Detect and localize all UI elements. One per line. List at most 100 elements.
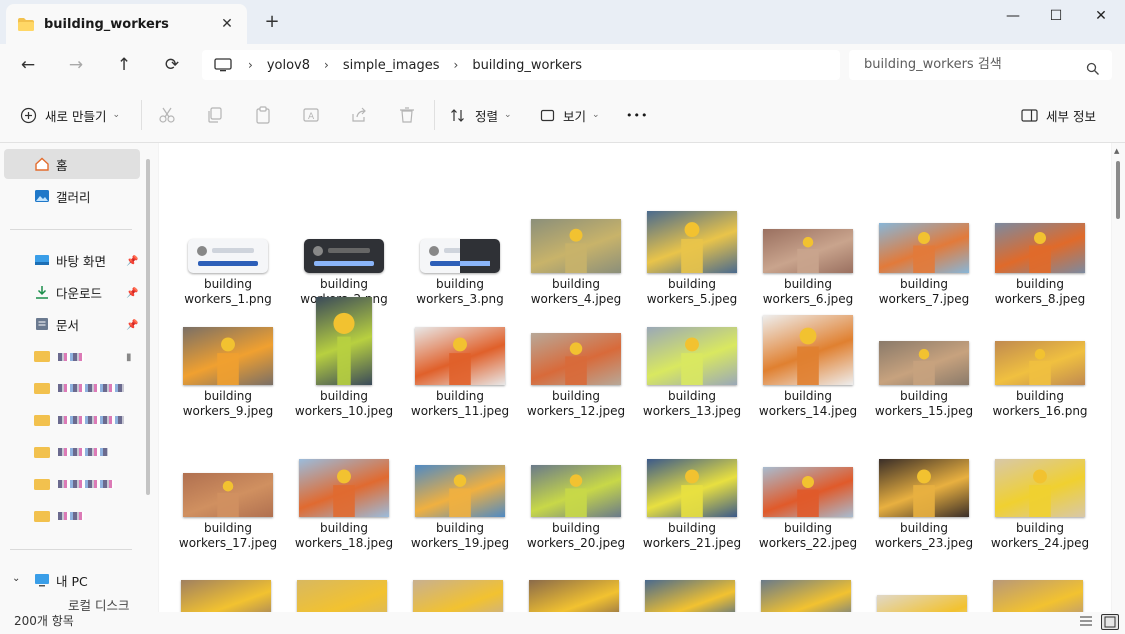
search-icon: [1086, 58, 1100, 75]
file-item[interactable]: building workers_13.jpeg: [637, 287, 747, 419]
sidebar-item-local-disk[interactable]: 로컬 디스크 (C:: [4, 597, 140, 612]
file-item[interactable]: building workers_14.jpeg: [753, 287, 863, 419]
new-tab-button[interactable]: +: [262, 12, 282, 32]
chevron-down-icon: ⌄: [592, 110, 600, 120]
file-name: building workers_10.jpeg: [294, 389, 394, 418]
folder-icon: [18, 17, 34, 31]
file-thumbnail: [647, 327, 737, 385]
redacted-label: [58, 480, 114, 488]
refresh-button[interactable]: ⟳: [158, 52, 186, 78]
file-item[interactable]: building workers_17.jpeg: [173, 419, 283, 551]
new-button[interactable]: 새로 만들기 ⌄: [20, 104, 120, 126]
file-thumbnail[interactable]: [993, 580, 1083, 612]
back-button[interactable]: ←: [14, 52, 42, 78]
folder-icon: [34, 413, 50, 427]
close-tab-icon[interactable]: ✕: [217, 14, 237, 34]
file-thumbnail[interactable]: [413, 580, 503, 612]
address-bar[interactable]: › yolov8 › simple_images › building_work…: [202, 50, 840, 80]
copy-icon[interactable]: [205, 105, 225, 125]
sort-button[interactable]: 정렬 ⌄: [450, 104, 512, 126]
file-thumbnail: [647, 459, 737, 517]
file-thumbnail: [995, 459, 1085, 517]
details-label: 세부 정보: [1046, 108, 1096, 124]
rename-icon[interactable]: A: [301, 105, 321, 125]
file-item[interactable]: building workers_20.jpeg: [521, 419, 631, 551]
home-icon: [34, 157, 50, 171]
tab-title: building_workers: [44, 16, 169, 32]
pin-icon[interactable]: ▮: [126, 352, 132, 363]
tab-building-workers[interactable]: building_workers ✕: [6, 4, 247, 44]
sidebar-item-this-pc[interactable]: 내 PC: [4, 565, 140, 595]
search-input[interactable]: building_workers 검색: [849, 50, 1112, 80]
sidebar-item-gallery[interactable]: 갤러리: [4, 181, 140, 211]
sidebar-item-desktop[interactable]: 바탕 화면: [4, 245, 140, 275]
sidebar-item-documents[interactable]: 문서: [4, 309, 140, 339]
breadcrumb-yolov8[interactable]: yolov8: [267, 58, 310, 73]
file-thumbnail: [183, 473, 273, 517]
file-item[interactable]: building workers_10.jpeg: [289, 287, 399, 419]
sidebar-item-label: 홈: [56, 157, 68, 173]
file-item[interactable]: building workers_22.jpeg: [753, 419, 863, 551]
close-window-button[interactable]: ✕: [1078, 0, 1124, 32]
sidebar-item-downloads[interactable]: 다운로드: [4, 277, 140, 307]
file-item[interactable]: building workers_21.jpeg: [637, 419, 747, 551]
scroll-up-icon[interactable]: ▲: [1114, 147, 1119, 155]
file-thumbnail: [763, 467, 853, 517]
file-item[interactable]: building workers_11.jpeg: [405, 287, 515, 419]
file-name: building workers_12.jpeg: [526, 389, 626, 418]
minimize-button[interactable]: —: [990, 0, 1036, 32]
file-thumbnail: [531, 465, 621, 517]
content-scrollbar[interactable]: ▲: [1112, 143, 1125, 612]
file-item[interactable]: building workers_9.jpeg: [173, 287, 283, 419]
sidebar-item-home[interactable]: 홈: [4, 149, 140, 179]
scrollbar-thumb[interactable]: [1116, 161, 1120, 219]
file-thumbnail[interactable]: [761, 580, 851, 612]
delete-icon[interactable]: [397, 105, 417, 125]
computer-icon: [34, 573, 50, 587]
file-item[interactable]: building workers_18.jpeg: [289, 419, 399, 551]
file-item[interactable]: building workers_23.jpeg: [869, 419, 979, 551]
forward-button[interactable]: →: [62, 52, 90, 78]
file-item[interactable]: building workers_19.jpeg: [405, 419, 515, 551]
details-pane-button[interactable]: 세부 정보: [1021, 104, 1096, 126]
file-name: building workers_15.jpeg: [874, 389, 974, 418]
pin-icon[interactable]: 📌: [126, 320, 138, 331]
pin-icon[interactable]: 📌: [126, 288, 138, 299]
sidebar-item-label: 갤러리: [56, 189, 91, 205]
file-thumbnail[interactable]: [181, 580, 271, 612]
file-name: building workers_24.jpeg: [990, 521, 1090, 550]
file-item[interactable]: building workers_12.jpeg: [521, 287, 631, 419]
details-view-icon[interactable]: [1078, 614, 1096, 630]
more-options-button[interactable]: •••: [626, 104, 648, 126]
item-count: 200개 항목: [14, 614, 74, 628]
cut-icon[interactable]: [157, 105, 177, 125]
maximize-button[interactable]: ☐: [1033, 0, 1079, 32]
up-button[interactable]: ↑: [110, 52, 138, 78]
sort-label: 정렬: [475, 108, 499, 124]
file-thumbnail[interactable]: [877, 595, 967, 612]
view-button[interactable]: 보기 ⌄: [540, 104, 600, 126]
file-thumbnail[interactable]: [529, 580, 619, 612]
file-thumbnail: [304, 239, 384, 273]
file-item[interactable]: building workers_24.jpeg: [985, 419, 1095, 551]
view-label: 보기: [563, 108, 587, 124]
pin-icon[interactable]: 📌: [126, 256, 138, 267]
file-item[interactable]: building workers_15.jpeg: [869, 287, 979, 419]
breadcrumb-simple-images[interactable]: simple_images: [343, 58, 440, 73]
breadcrumb-building-workers[interactable]: building_workers: [472, 58, 582, 73]
sidebar-item-label: 문서: [56, 317, 80, 333]
share-icon[interactable]: [349, 105, 369, 125]
paste-icon[interactable]: [253, 105, 273, 125]
large-icons-view-icon[interactable]: [1101, 614, 1119, 630]
redacted-label: [58, 353, 84, 361]
file-item[interactable]: building workers_16.png: [985, 287, 1095, 419]
folder-icon: [34, 349, 50, 363]
document-icon: [34, 317, 50, 331]
redacted-label: [58, 512, 84, 520]
divider: [10, 549, 132, 550]
file-thumbnail[interactable]: [645, 580, 735, 612]
sidebar-scrollbar[interactable]: [146, 159, 150, 495]
divider: [10, 229, 132, 230]
file-thumbnail[interactable]: [297, 580, 387, 612]
breadcrumb-separator: ›: [248, 58, 253, 72]
